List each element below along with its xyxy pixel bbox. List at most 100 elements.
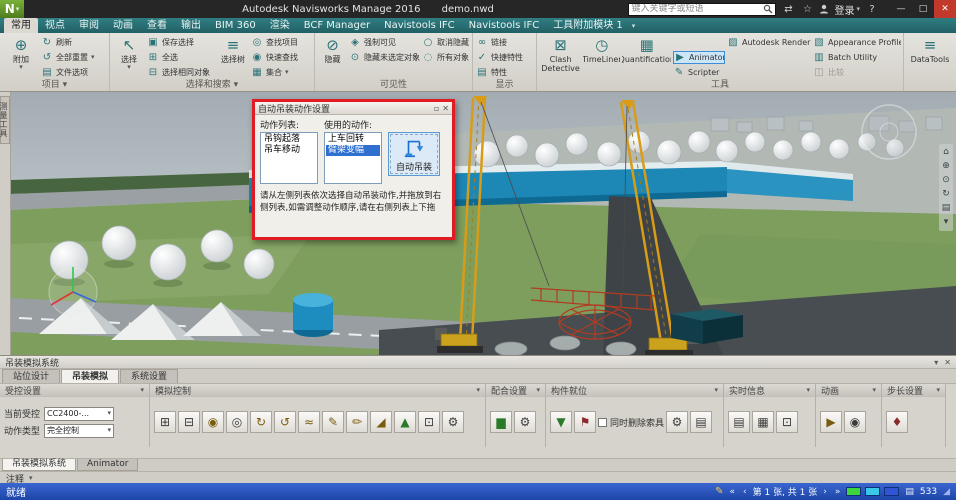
compare-button[interactable]: ◫比较 — [813, 66, 901, 79]
sim-control-button[interactable]: ⊞ — [154, 411, 176, 433]
calculator-button[interactable]: ⊡ — [776, 411, 798, 433]
sim-control-button[interactable]: ≈ — [298, 411, 320, 433]
step-settings-caption[interactable]: 步长设置▾ — [882, 384, 945, 397]
chevron-down-icon[interactable]: ▾ — [934, 358, 938, 367]
search-input[interactable] — [631, 4, 763, 15]
home-view-icon[interactable]: ⌂ — [943, 148, 949, 157]
chevron-down-icon[interactable]: ▾ — [944, 218, 949, 227]
zoom-icon[interactable]: ⊕ — [942, 162, 950, 171]
sim-control-button[interactable]: ✏ — [346, 411, 368, 433]
appearance-profiler-button[interactable]: ▧Appearance Profiler — [813, 36, 901, 49]
orbit-icon[interactable]: ⊙ — [942, 176, 950, 185]
first-sheet-button[interactable]: « — [728, 487, 738, 497]
gear-button[interactable]: ⚙ — [666, 411, 688, 433]
scripter-button[interactable]: ✎Scripter — [673, 66, 725, 79]
tab-render[interactable]: 渲染 — [263, 18, 297, 33]
controlled-settings-caption[interactable]: 受控设置▾ — [0, 384, 149, 397]
measure-tools-tab[interactable]: 测量工具 — [0, 96, 10, 144]
delete-rigging-checkbox[interactable]: 同时删除索具 — [598, 416, 664, 429]
unhide-button[interactable]: ○取消隐藏 — [422, 36, 470, 49]
camera-button[interactable]: ◉ — [844, 411, 866, 433]
sim-control-button[interactable]: ✎ — [322, 411, 344, 433]
gear-button[interactable]: ⚙ — [514, 411, 536, 433]
select-button[interactable]: ↖ 选择 ▾ — [113, 35, 145, 79]
previous-sheet-button[interactable]: ‹ — [741, 487, 749, 497]
used-actions-listbox[interactable]: 上车回转 臂架变幅 — [324, 132, 382, 184]
tab-bim360[interactable]: BIM 360 — [208, 18, 263, 33]
sim-control-button[interactable]: ◉ — [202, 411, 224, 433]
properties-button[interactable]: ▤特性 — [476, 66, 532, 79]
views-icon[interactable]: ▤ — [942, 204, 951, 213]
subtab-hoist-simulation[interactable]: 吊装模拟系统 — [2, 459, 76, 471]
require-button[interactable]: ◈强制可见 — [349, 36, 420, 49]
sim-control-button[interactable]: ⚙ — [442, 411, 464, 433]
sim-control-button[interactable]: ◢ — [370, 411, 392, 433]
list-item[interactable]: 吊钩起落 — [262, 134, 316, 145]
current-controlled-select[interactable]: CC2400-...▾ — [44, 407, 114, 421]
group-label-display[interactable]: 显示 — [473, 79, 536, 91]
find-items-button[interactable]: ◎查找项目 — [251, 36, 309, 49]
group-label-tools[interactable]: 工具 — [537, 79, 903, 91]
hide-button[interactable]: ⊘ 隐藏 — [318, 35, 347, 79]
tab-navistools-ifc-2[interactable]: Navistools IFC — [462, 18, 547, 33]
ribbon-options-caret[interactable]: ▾ — [630, 22, 640, 33]
next-sheet-button[interactable]: › — [821, 487, 829, 497]
last-sheet-button[interactable]: » — [833, 487, 843, 497]
autodesk-rendering-button[interactable]: ▨Autodesk Rendering — [727, 36, 811, 49]
tab-animation[interactable]: 动画 — [106, 18, 140, 33]
sim-control-button[interactable]: ▲ — [394, 411, 416, 433]
sign-in-button[interactable]: 登录▾ — [834, 2, 860, 17]
clipboard-button[interactable]: ▤ — [728, 411, 750, 433]
hide-unselected-button[interactable]: ⊙隐藏未选定对象 — [349, 51, 420, 64]
group-label-visibility[interactable]: 可见性 — [315, 79, 472, 91]
tab-hoist-simulation[interactable]: 吊装模拟 — [61, 369, 119, 383]
dialog-minimize-icon[interactable]: ▫ — [434, 104, 439, 113]
select-same-button[interactable]: ⊟选择相同对象 — [147, 66, 215, 79]
tab-station-design[interactable]: 站位设计 — [2, 369, 60, 383]
maximize-button[interactable]: □ — [912, 0, 934, 18]
pencil-icon[interactable]: ✎ — [715, 486, 723, 497]
sim-control-button[interactable]: ⊟ — [178, 411, 200, 433]
minimize-button[interactable]: — — [890, 0, 912, 18]
select-all-button[interactable]: ⊞全选 — [147, 51, 215, 64]
list-item[interactable]: 吊车移动 — [262, 145, 316, 156]
coordination-settings-caption[interactable]: 配合设置▾ — [486, 384, 545, 397]
monitor-button[interactable]: ▦ — [752, 411, 774, 433]
clash-detective-button[interactable]: ⊠ Clash Detective — [540, 35, 581, 79]
flag-button[interactable]: ⚑ — [574, 411, 596, 433]
subtab-animator[interactable]: Animator — [77, 459, 138, 471]
place-down-button[interactable]: ▼ — [550, 411, 572, 433]
component-placement-caption[interactable]: 构件就位▾ — [546, 384, 723, 397]
panel-header[interactable]: 吊装模拟系统 ▾ ✕ — [0, 356, 956, 369]
dialog-close-icon[interactable]: ✕ — [442, 104, 449, 113]
tab-bcf-manager[interactable]: BCF Manager — [297, 18, 377, 33]
reset-all-button[interactable]: ↺全部重置▾ — [41, 51, 95, 64]
exchange-icon[interactable]: ⇄ — [781, 4, 795, 15]
action-type-select[interactable]: 完全控制▾ — [44, 424, 114, 438]
list-button[interactable]: ▤ — [690, 411, 712, 433]
refresh-view-icon[interactable]: ↻ — [942, 190, 950, 199]
tab-viewpoint[interactable]: 视点 — [38, 18, 72, 33]
group-label-select-search[interactable]: 选择和搜索 ▾ — [110, 79, 314, 91]
sim-control-button[interactable]: ↺ — [274, 411, 296, 433]
tab-output[interactable]: 输出 — [174, 18, 208, 33]
help-button[interactable]: ? — [865, 4, 879, 15]
dialog-title-bar[interactable]: 自动吊装动作设置 ▫ ✕ — [255, 102, 452, 115]
sim-control-button[interactable]: ↻ — [250, 411, 272, 433]
animation-caption[interactable]: 动画▾ — [816, 384, 881, 397]
favorites-icon[interactable]: ☆ — [800, 4, 814, 15]
tab-view[interactable]: 查看 — [140, 18, 174, 33]
play-animation-button[interactable]: ▶ — [820, 411, 842, 433]
tab-navistools-ifc-1[interactable]: Navistools IFC — [377, 18, 462, 33]
unhide-all-button[interactable]: ◌所有对象▾ — [422, 51, 470, 64]
attach-button[interactable]: ⊕ 附加 ▾ — [3, 35, 39, 79]
tab-tool-addins[interactable]: 工具附加模块 1 — [546, 18, 630, 33]
quantification-button[interactable]: ▦ Quantification — [622, 35, 671, 79]
list-item-selected[interactable]: 臂架变幅 — [326, 145, 380, 156]
auto-hoist-button[interactable]: 自动吊装 — [388, 132, 440, 176]
animator-button[interactable]: ▶Animator — [673, 51, 725, 64]
sets-button[interactable]: ▦集合▾ — [251, 66, 309, 79]
close-button[interactable]: ✕ — [934, 0, 956, 18]
file-options-button[interactable]: ▤文件选项 — [41, 66, 95, 79]
step-button[interactable]: ♦ — [886, 411, 908, 433]
